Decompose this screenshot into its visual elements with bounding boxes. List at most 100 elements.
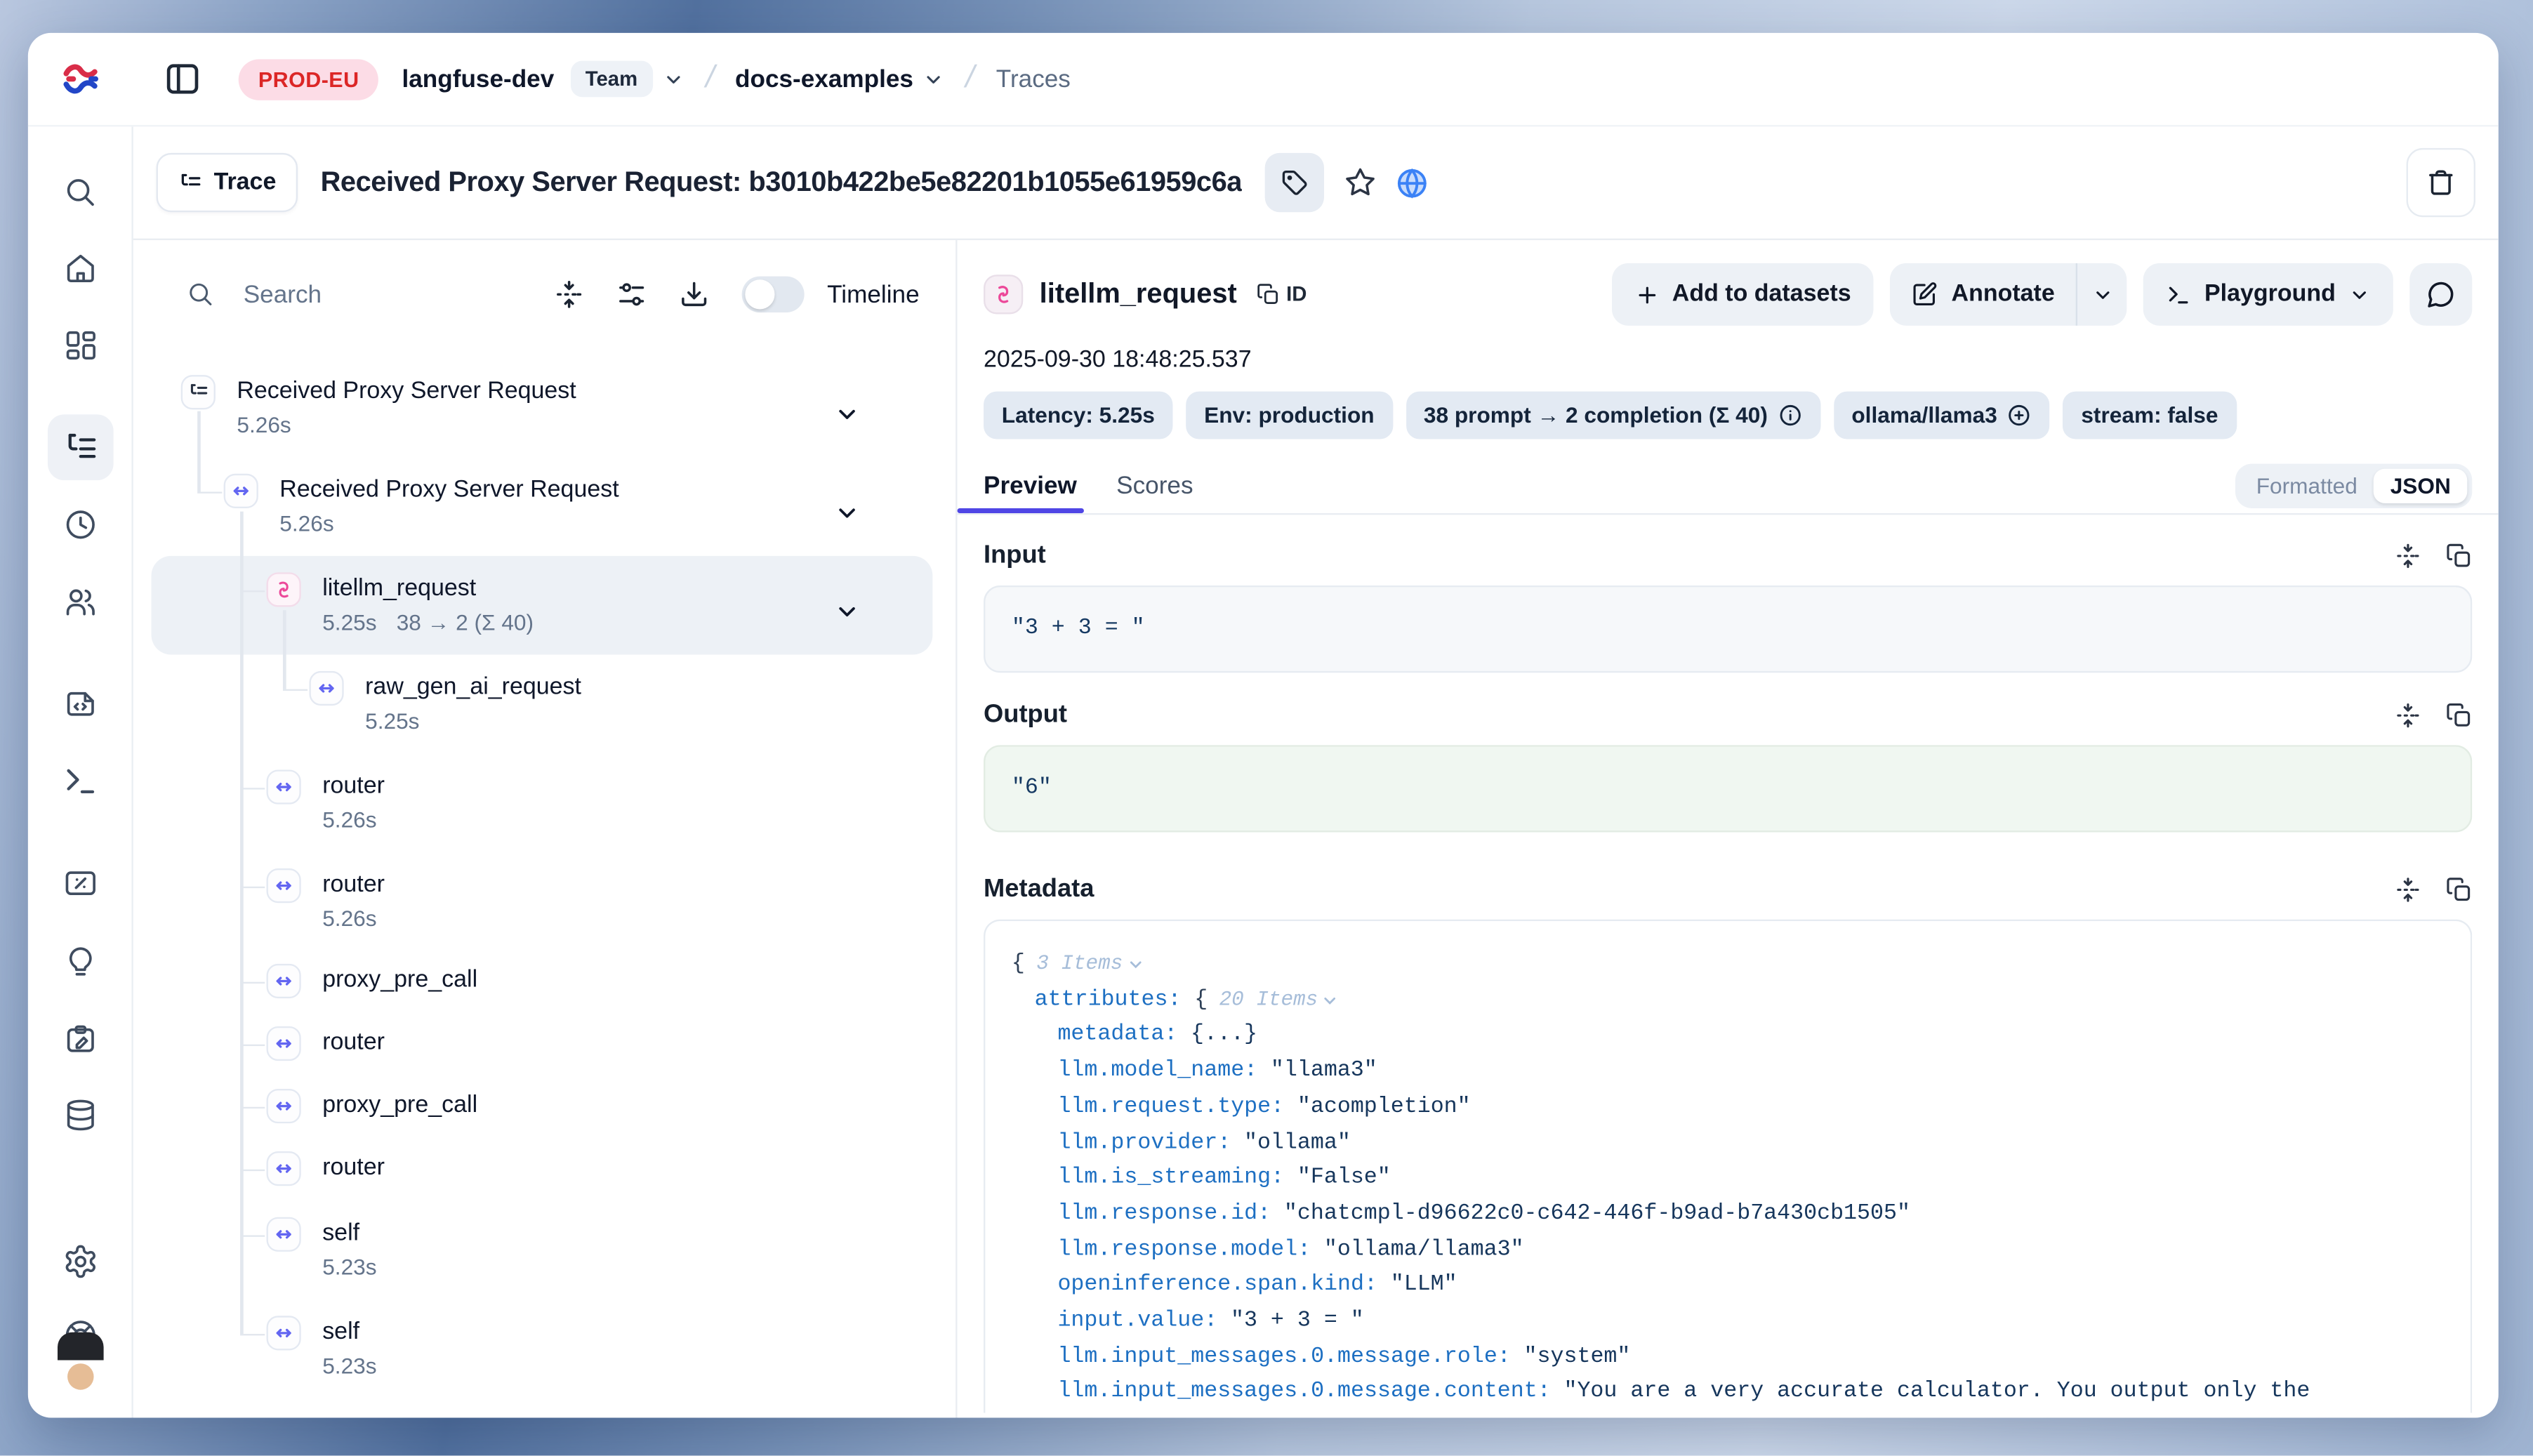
tree-row[interactable]: proxy_pre_call bbox=[152, 1076, 933, 1138]
tree-row[interactable]: self 5.23s bbox=[152, 1299, 933, 1398]
top-navigation-bar: PROD-EU langfuse-dev Team / docs-example… bbox=[28, 33, 2499, 127]
evaluators-percent-icon[interactable] bbox=[62, 865, 98, 901]
desktop-background: PROD-EU langfuse-dev Team / docs-example… bbox=[0, 0, 2533, 1456]
chevron-down-icon[interactable] bbox=[834, 599, 860, 625]
copy-icon[interactable] bbox=[2446, 877, 2472, 903]
tree-row[interactable]: Received Proxy Server Request 5.26s bbox=[152, 457, 933, 556]
datasets-database-icon[interactable] bbox=[62, 1097, 98, 1134]
langfuse-logo-icon[interactable] bbox=[61, 58, 104, 100]
span-icon bbox=[267, 1151, 301, 1186]
project-switcher[interactable]: docs-examples bbox=[735, 65, 944, 93]
tree-row[interactable]: Received Proxy Server Request 5.26s bbox=[152, 359, 933, 458]
tab-scores[interactable]: Scores bbox=[1116, 457, 1193, 513]
chevron-down-icon bbox=[2091, 284, 2112, 305]
delete-trash-button[interactable] bbox=[2407, 148, 2475, 217]
span-icon bbox=[267, 1026, 301, 1061]
span-title: litellm_request bbox=[1040, 278, 1237, 311]
org-switcher-chevron-icon[interactable] bbox=[662, 68, 683, 89]
tags-button[interactable] bbox=[1265, 153, 1324, 212]
span-icon bbox=[267, 964, 301, 998]
span-content-scroll[interactable]: Input "3 + 3 = " Output bbox=[984, 515, 2472, 1417]
download-icon[interactable] bbox=[679, 279, 708, 309]
latency-badge: Latency: 5.25s bbox=[984, 392, 1173, 439]
copy-icon[interactable] bbox=[2446, 702, 2472, 728]
tree-row-selected[interactable]: litellm_request 5.25s38 → 2 (Σ 40) bbox=[152, 556, 933, 655]
output-section-title: Output bbox=[984, 701, 1067, 730]
observation-tree-panel: Timeline bbox=[133, 240, 958, 1417]
tree-search-row: Timeline bbox=[133, 240, 955, 349]
tree-row[interactable]: router bbox=[152, 1138, 933, 1200]
terminal-icon[interactable] bbox=[62, 763, 98, 800]
bookmark-star-icon[interactable] bbox=[1344, 166, 1377, 199]
tree-row-duration: 5.26s bbox=[322, 805, 376, 838]
comment-button[interactable] bbox=[2409, 263, 2472, 326]
tree-row-label: router bbox=[322, 769, 385, 804]
span-icon bbox=[267, 1316, 301, 1350]
collapse-all-icon[interactable] bbox=[554, 279, 583, 309]
tree-row[interactable]: router 5.26s bbox=[152, 753, 933, 852]
copy-icon[interactable] bbox=[2446, 543, 2472, 569]
timeline-toggle[interactable] bbox=[741, 277, 804, 313]
search-icon[interactable] bbox=[62, 174, 98, 211]
format-toggle-json[interactable]: JSON bbox=[2374, 468, 2467, 503]
tree-row-label: router bbox=[322, 1151, 385, 1186]
breadcrumb-section-traces[interactable]: Traces bbox=[996, 65, 1071, 93]
icon-sidebar bbox=[28, 126, 133, 1417]
tree-row-label: proxy_pre_call bbox=[322, 964, 477, 998]
search-input[interactable] bbox=[244, 280, 441, 308]
comment-bubble-icon bbox=[2426, 279, 2456, 309]
sessions-clock-icon[interactable] bbox=[62, 507, 98, 543]
prompts-file-code-icon[interactable] bbox=[62, 686, 98, 722]
format-toggle-formatted[interactable]: Formatted bbox=[2240, 468, 2374, 503]
evaluation-lightbulb-icon[interactable] bbox=[62, 944, 98, 981]
tree-row-duration: 5.26s bbox=[279, 508, 333, 541]
preview-tabs: Preview Scores Formatted JSON bbox=[958, 457, 2499, 515]
tab-preview[interactable]: Preview bbox=[984, 457, 1077, 513]
chevron-down-icon[interactable] bbox=[834, 500, 860, 526]
json-collapse-chevron-icon[interactable] bbox=[1321, 992, 1340, 1010]
home-icon[interactable] bbox=[62, 250, 98, 286]
copy-id-button[interactable]: ID bbox=[1257, 283, 1307, 306]
token-usage-badge: 38 prompt → 2 completion (Σ 40) bbox=[1406, 392, 1820, 439]
stream-badge: stream: false bbox=[2063, 392, 2237, 439]
metadata-section-title: Metadata bbox=[984, 875, 1094, 904]
org-name[interactable]: langfuse-dev bbox=[402, 65, 554, 93]
annotate-dropdown-button[interactable] bbox=[2078, 263, 2127, 326]
sidebar-toggle-icon[interactable] bbox=[163, 59, 202, 98]
tree-row[interactable]: self 5.23s bbox=[152, 1200, 933, 1299]
fold-vertical-icon[interactable] bbox=[2395, 702, 2421, 728]
public-globe-icon[interactable] bbox=[1395, 165, 1429, 199]
tree-row[interactable]: router bbox=[152, 1013, 933, 1076]
tree-row-label: Received Proxy Server Request bbox=[279, 474, 619, 508]
annotation-clipboard-pen-icon[interactable] bbox=[62, 1021, 98, 1058]
tree-settings-icon[interactable] bbox=[616, 279, 646, 309]
users-icon[interactable] bbox=[62, 584, 98, 621]
add-to-datasets-button[interactable]: Add to datasets bbox=[1611, 263, 1874, 326]
fold-vertical-icon[interactable] bbox=[2395, 543, 2421, 569]
pen-square-icon bbox=[1912, 282, 1938, 307]
span-icon bbox=[267, 1217, 301, 1252]
info-icon[interactable] bbox=[1778, 403, 1802, 428]
settings-gear-icon[interactable] bbox=[62, 1243, 98, 1280]
tree-row[interactable]: raw_gen_ai_request 5.25s bbox=[152, 654, 933, 753]
span-icon bbox=[267, 1089, 301, 1123]
tree-row-duration: 5.23s bbox=[322, 1350, 376, 1383]
plus-circle-icon[interactable] bbox=[2007, 403, 2032, 428]
tree-row-duration: 5.26s bbox=[322, 903, 376, 936]
tree-row-duration: 5.25s bbox=[322, 607, 376, 640]
span-detail-panel: litellm_request ID Add to datasets bbox=[958, 240, 2499, 1417]
chevron-down-icon[interactable] bbox=[834, 402, 860, 428]
tracing-icon-active[interactable] bbox=[47, 414, 113, 480]
observation-tree: Received Proxy Server Request 5.26s bbox=[133, 349, 955, 1418]
tree-row[interactable]: proxy_pre_call bbox=[152, 951, 933, 1013]
dashboard-icon[interactable] bbox=[62, 327, 98, 364]
tree-row-label: proxy_pre_call bbox=[322, 1089, 477, 1123]
tree-row[interactable]: router 5.26s bbox=[152, 852, 933, 951]
span-icon bbox=[309, 671, 343, 706]
playground-button[interactable]: Playground bbox=[2143, 263, 2393, 326]
json-collapse-chevron-icon[interactable] bbox=[1126, 956, 1144, 974]
annotate-button[interactable]: Annotate bbox=[1891, 263, 2076, 326]
trace-title: Received Proxy Server Request: b3010b422… bbox=[321, 166, 1242, 199]
fold-vertical-icon[interactable] bbox=[2395, 877, 2421, 903]
env-badge: Env: production bbox=[1186, 392, 1392, 439]
